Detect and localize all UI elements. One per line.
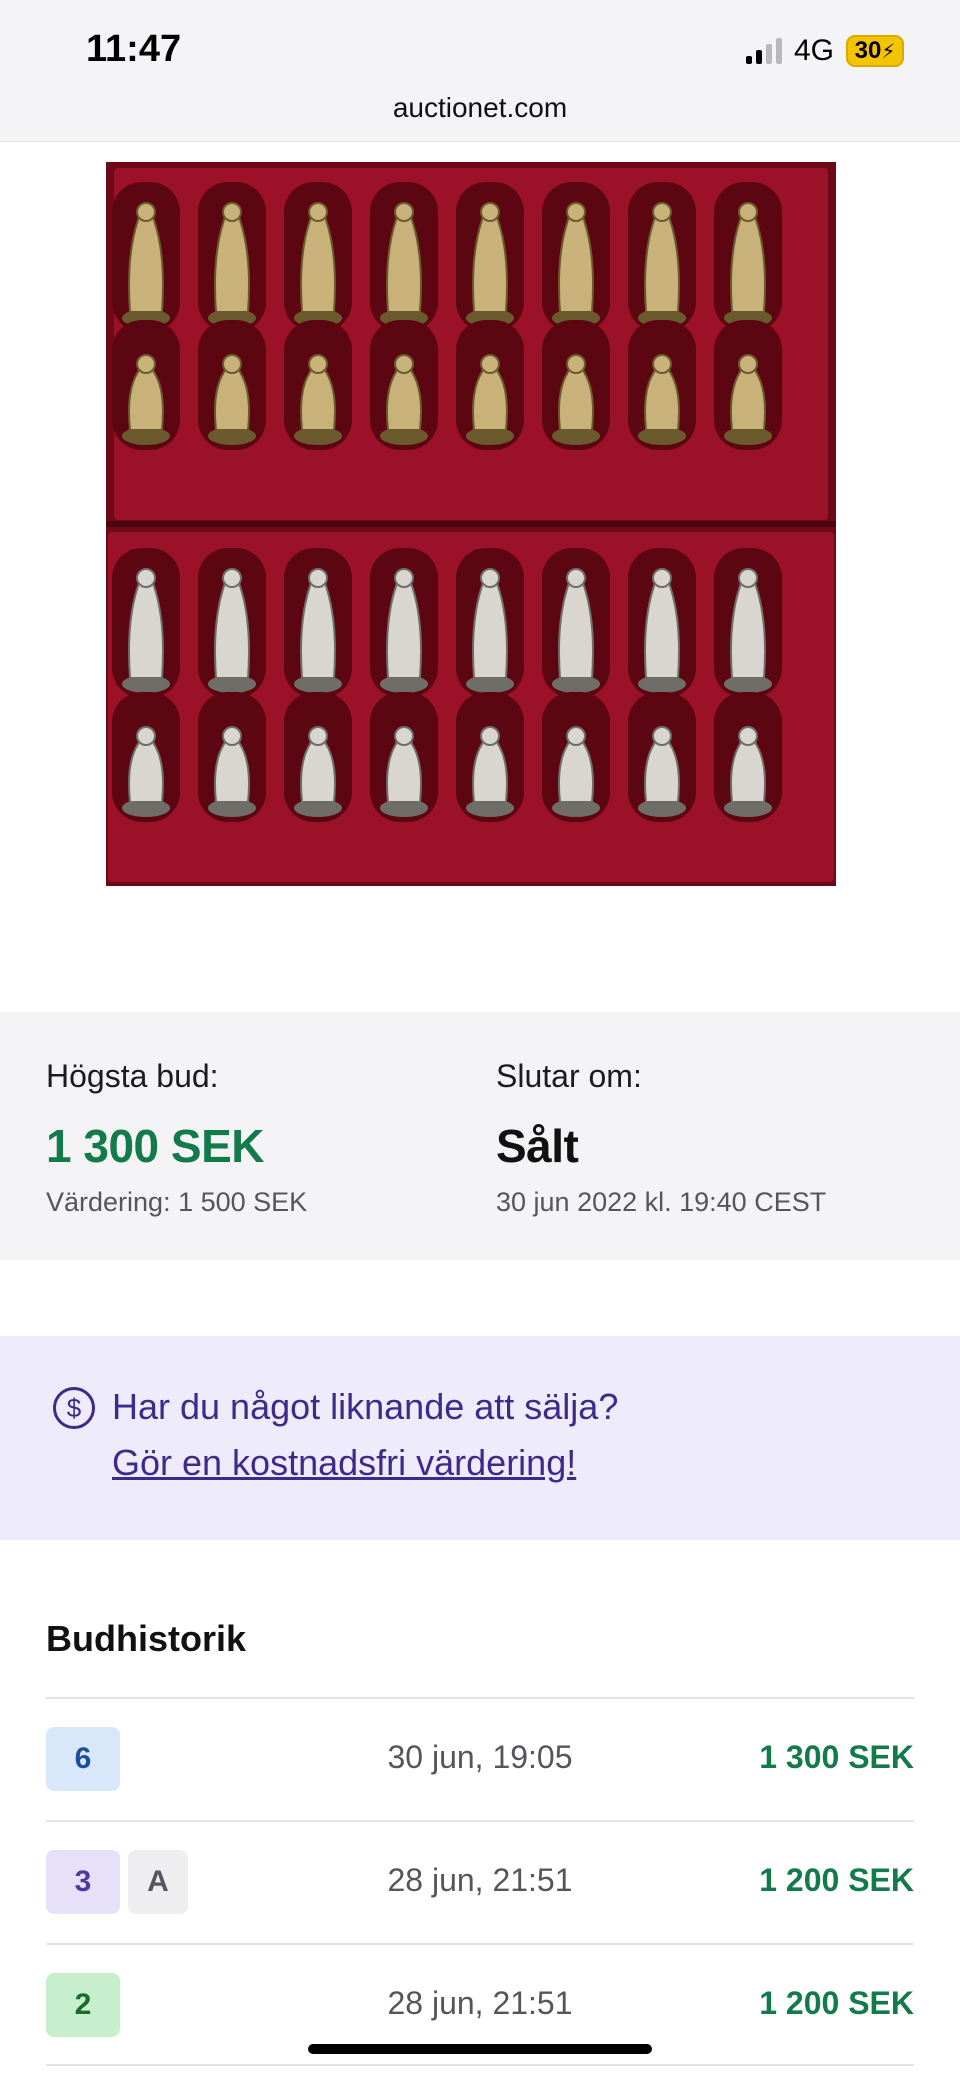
bid-summary: Högsta bud: 1 300 SEK Värdering: 1 500 S… <box>0 1012 960 1260</box>
chess-piece-head <box>136 726 156 746</box>
bid-amount: 1 300 SEK <box>759 1739 914 1775</box>
chess-piece-head <box>222 568 242 588</box>
chess-piece-head <box>394 726 414 746</box>
valuation-text: Värdering: 1 500 SEK <box>46 1187 308 1217</box>
network-type: 4G <box>793 34 834 67</box>
status-indicators: 4G 30 ⚡ <box>745 34 904 68</box>
bid-history-list: 6 30 jun, 19:05 1 300 SEK 3 A 28 jun, 21… <box>46 1697 914 2066</box>
chess-piece-head <box>136 202 156 222</box>
chess-piece-head <box>308 568 328 588</box>
chess-piece-head <box>566 726 586 746</box>
chess-piece-head <box>222 726 242 746</box>
chess-piece-head <box>566 568 586 588</box>
bid-history-title: Budhistorik <box>46 1618 247 1659</box>
chess-piece-head <box>652 568 672 588</box>
ends-date: 30 jun 2022 kl. 19:40 CEST <box>496 1187 827 1217</box>
highest-bid-block: Högsta bud: 1 300 SEK Värdering: 1 500 S… <box>46 1058 307 1218</box>
chess-piece-head <box>222 202 242 222</box>
chess-piece-head <box>480 726 500 746</box>
highest-bid-value: 1 300 SEK <box>46 1120 264 1172</box>
battery-icon: 30 ⚡ <box>846 35 904 67</box>
chess-piece-head <box>566 202 586 222</box>
chess-piece-head <box>394 354 414 374</box>
chess-piece-head <box>222 354 242 374</box>
dollar-circle-icon: $ <box>53 1387 95 1429</box>
svg-text:$: $ <box>67 1393 82 1423</box>
chess-piece-head <box>738 354 758 374</box>
chess-piece-head <box>136 568 156 588</box>
chess-piece-head <box>566 354 586 374</box>
chess-piece-head <box>136 354 156 374</box>
highest-bid-label: Högsta bud: <box>46 1058 219 1094</box>
chess-piece-head <box>652 726 672 746</box>
ends-value: Sålt <box>496 1120 579 1172</box>
chess-piece-head <box>652 202 672 222</box>
bid-history-row: 3 A 28 jun, 21:51 1 200 SEK <box>46 1820 914 1943</box>
ends-label: Slutar om: <box>496 1058 642 1094</box>
url-text: auctionet.com <box>392 92 568 123</box>
bid-amount: 1 200 SEK <box>759 1862 914 1898</box>
chess-piece-head <box>308 202 328 222</box>
chess-piece-head <box>394 568 414 588</box>
chess-piece-head <box>738 202 758 222</box>
status-bar: 11:47 4G 30 ⚡ <box>0 0 960 86</box>
chess-piece-head <box>738 568 758 588</box>
chess-piece-head <box>480 354 500 374</box>
chess-piece-head <box>480 202 500 222</box>
battery-level: 30 <box>854 37 882 64</box>
address-bar[interactable]: auctionet.com <box>0 86 960 142</box>
charging-bolt-icon: ⚡ <box>881 40 896 63</box>
bid-amount: 1 200 SEK <box>759 1985 914 2021</box>
free-valuation-link[interactable]: Gör en kostnadsfri värdering! <box>112 1442 576 1484</box>
home-indicator <box>308 2044 652 2054</box>
signal-icon <box>745 38 782 64</box>
chess-set-image <box>106 162 836 886</box>
chess-piece-head <box>394 202 414 222</box>
bid-history-row: 6 30 jun, 19:05 1 300 SEK <box>46 1697 914 1820</box>
ends-block: Slutar om: Sålt 30 jun 2022 kl. 19:40 CE… <box>496 1058 826 1218</box>
status-time: 11:47 <box>86 28 182 70</box>
chess-piece-head <box>480 568 500 588</box>
chess-piece-head <box>652 354 672 374</box>
chess-piece-head <box>308 354 328 374</box>
chess-piece-head <box>308 726 328 746</box>
chess-piece-head <box>738 726 758 746</box>
image-gallery[interactable] <box>0 142 960 1110</box>
sell-promo-banner: $ Har du något liknande att sälja? Gör e… <box>0 1336 960 1540</box>
sell-question: Har du något liknande att sälja? <box>112 1386 619 1427</box>
